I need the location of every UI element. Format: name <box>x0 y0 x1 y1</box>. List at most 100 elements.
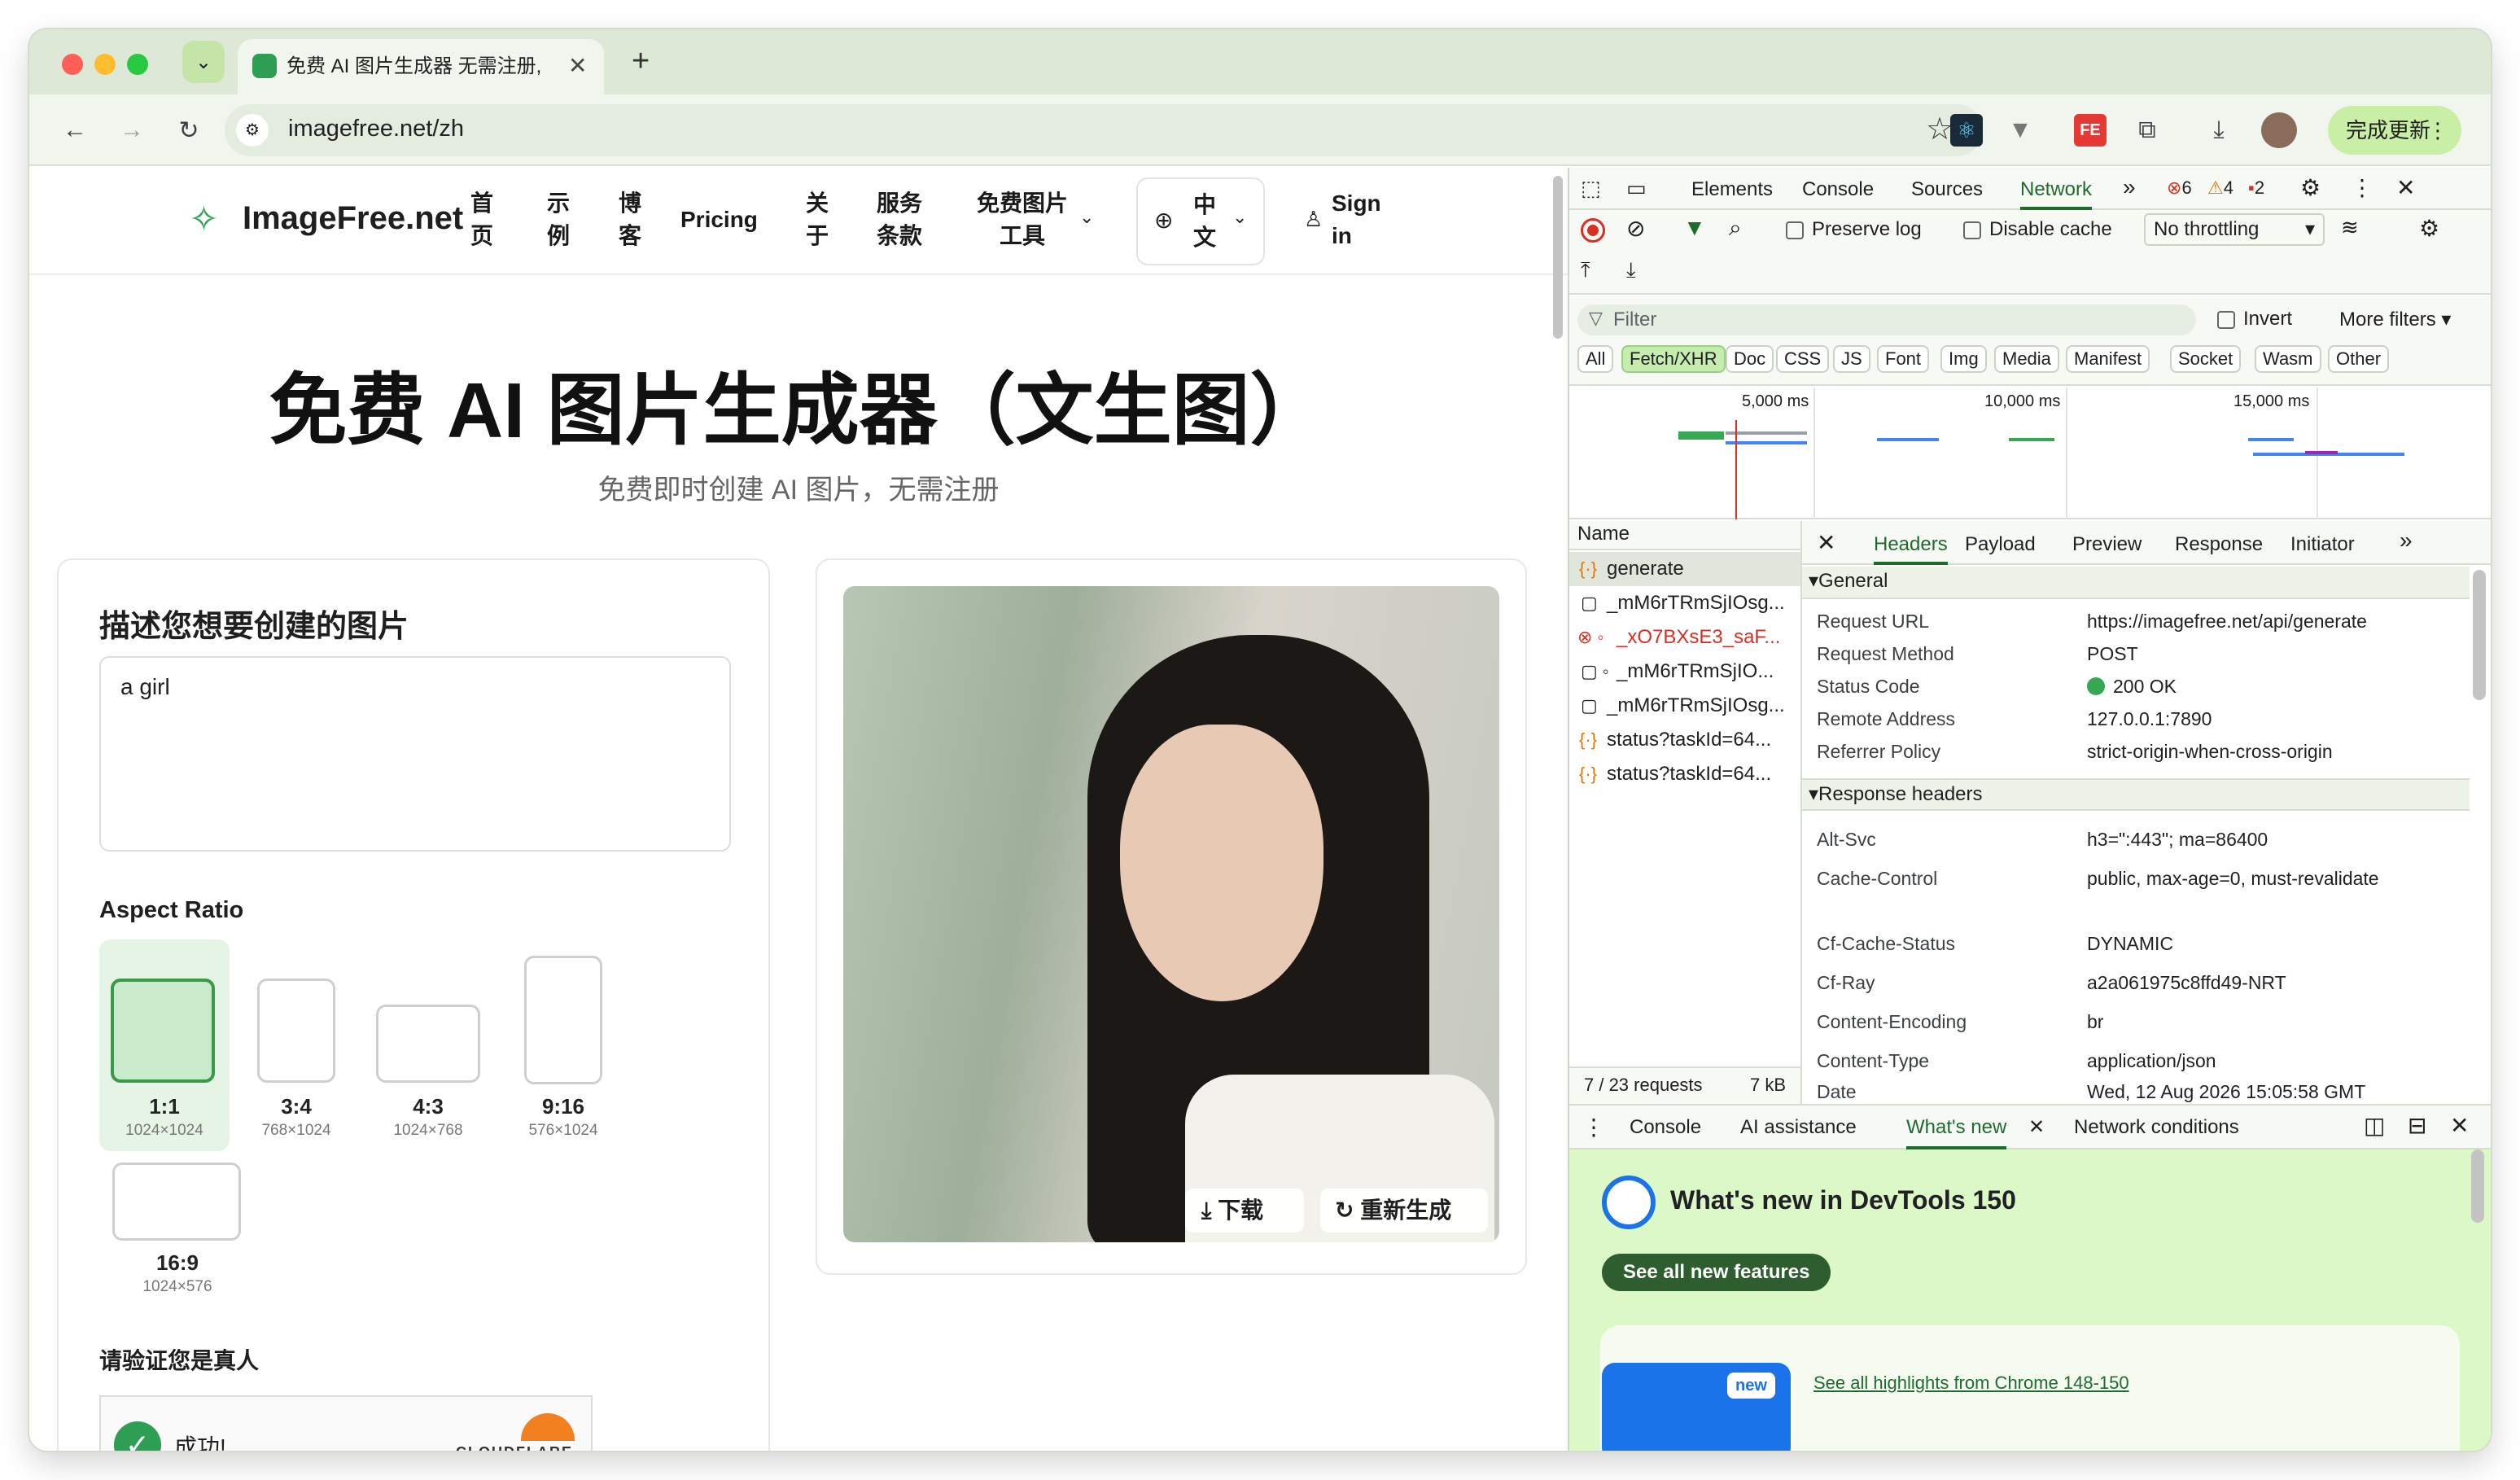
request-row[interactable]: _mM6rTRmSjIOsg... <box>1569 586 1800 620</box>
filter-input[interactable]: Filter <box>1577 304 2196 335</box>
detail-scrollbar[interactable] <box>2473 570 2486 700</box>
devtools-tab-network[interactable]: Network <box>2020 177 2093 210</box>
nav-terms[interactable]: 服务 条款 <box>871 187 928 252</box>
profile-avatar[interactable] <box>2261 112 2297 148</box>
language-switcher[interactable]: ⊕ 中 文 ⌄ <box>1136 177 1265 265</box>
prompt-textarea[interactable]: a girl <box>99 656 731 852</box>
bookmark-star-icon[interactable]: ☆ <box>1926 111 1953 147</box>
detail-tab-preview[interactable]: Preview <box>2072 532 2142 557</box>
update-button[interactable]: 完成更新 ⋮ <box>2328 106 2461 155</box>
request-row-error[interactable]: _xO7BXsE3_saF... <box>1569 620 1800 655</box>
invert-checkbox[interactable] <box>2217 311 2235 329</box>
request-row[interactable]: _mM6rTRmSjIOsg... <box>1569 689 1800 723</box>
react-devtools-icon[interactable]: ⚛ <box>1950 114 1983 147</box>
filter-chip-css[interactable]: CSS <box>1776 345 1830 373</box>
generated-image[interactable]: ⤓ 下载 ↻ 重新生成 <box>843 586 1499 1242</box>
error-count[interactable]: ⊗6 <box>2167 177 2192 199</box>
record-icon[interactable] <box>1581 218 1605 243</box>
name-column-header[interactable]: Name <box>1569 521 1800 550</box>
throttling-select[interactable]: No throttling ▾ <box>2144 213 2325 246</box>
nav-about[interactable]: 关 于 <box>801 187 833 252</box>
response-headers-toggle[interactable]: ▾Response headers <box>1802 778 2470 811</box>
filter-chip-wasm[interactable]: Wasm <box>2255 345 2321 373</box>
site-info-icon[interactable]: ⚙ <box>236 114 269 147</box>
close-window-button[interactable] <box>62 54 83 75</box>
general-section-toggle[interactable]: ▾General <box>1802 567 2470 599</box>
vue-extension-icon[interactable]: ▼ <box>1999 109 2041 151</box>
more-filters-button[interactable]: More filters ▾ <box>2339 308 2451 331</box>
more-vert-icon[interactable]: ⋮ <box>2351 174 2373 201</box>
see-all-features-button[interactable]: See all new features <box>1602 1254 1831 1291</box>
export-har-icon[interactable]: ⤓ <box>1626 257 1636 283</box>
filter-chip-other[interactable]: Other <box>2328 345 2390 373</box>
maximize-window-button[interactable] <box>127 54 148 75</box>
close-detail-icon[interactable]: ✕ <box>1817 529 1835 556</box>
network-settings-icon[interactable]: ⚙ <box>2419 215 2439 242</box>
issue-count[interactable]: ▪2 <box>2248 177 2264 199</box>
dock-side-icon[interactable]: ◫ <box>2364 1112 2385 1139</box>
settings-gear-icon[interactable]: ⚙ <box>2300 174 2321 201</box>
detail-tab-headers[interactable]: Headers <box>1874 532 1948 565</box>
back-icon[interactable]: ← <box>54 109 96 151</box>
ratio-option-3-4[interactable]: 3:4 768×1024 <box>234 939 357 1151</box>
tab-search-button[interactable]: ⌄ <box>182 41 225 83</box>
drawer-tab-console[interactable]: Console <box>1630 1115 1701 1140</box>
request-row-status[interactable]: status?taskId=64... <box>1569 757 1800 791</box>
devtools-tab-elements[interactable]: Elements <box>1691 177 1773 202</box>
close-tab-icon[interactable]: ✕ <box>2028 1115 2045 1139</box>
browser-tab[interactable]: 免费 AI 图片生成器 无需注册, ✕ <box>238 39 604 94</box>
minimize-window-button[interactable] <box>94 54 116 75</box>
nav-tools[interactable]: 免费图片 工具 <box>973 187 1071 252</box>
ratio-option-9-16[interactable]: 9:16 576×1024 <box>498 939 620 1151</box>
new-tab-button[interactable]: + <box>632 44 650 79</box>
address-bar[interactable]: ⚙ imagefree.net/zh ☆ <box>225 104 1983 156</box>
nav-examples[interactable]: 示 例 <box>542 187 575 252</box>
drawer-tab-whats-new[interactable]: What's new <box>1906 1115 2007 1149</box>
disable-cache-checkbox[interactable] <box>1963 221 1981 239</box>
reload-icon[interactable]: ↻ <box>168 109 210 151</box>
detail-tab-initiator[interactable]: Initiator <box>2290 532 2355 557</box>
ratio-option-4-3[interactable]: 4:3 1024×768 <box>365 939 487 1151</box>
detail-tab-response[interactable]: Response <box>2175 532 2263 557</box>
preserve-log-checkbox[interactable] <box>1786 221 1804 239</box>
devtools-tab-sources[interactable]: Sources <box>1911 177 1983 202</box>
ratio-option-16-9[interactable]: 16:9 1024×576 <box>99 1163 241 1325</box>
more-vert-icon[interactable]: ⋮ <box>1582 1114 1605 1141</box>
close-tab-icon[interactable]: ✕ <box>568 52 587 79</box>
captcha-widget[interactable]: ✓ 成功! CLOUDFLARE <box>99 1395 593 1451</box>
site-logo[interactable]: ImageFree.net <box>243 200 463 237</box>
network-conditions-icon[interactable]: ≋ <box>2341 215 2359 240</box>
inspect-element-icon[interactable]: ⬚ <box>1581 176 1601 201</box>
fe-extension-icon[interactable]: FE <box>2074 114 2107 147</box>
device-toolbar-icon[interactable]: ▭ <box>1626 176 1647 201</box>
request-row-generate[interactable]: generate <box>1569 552 1800 586</box>
filter-chip-doc[interactable]: Doc <box>1726 345 1774 373</box>
url-text[interactable]: imagefree.net/zh <box>288 116 464 142</box>
download-button[interactable]: ⤓ 下载 <box>1185 1189 1304 1233</box>
more-tabs-icon[interactable]: » <box>2400 528 2413 554</box>
nav-blog[interactable]: 博 客 <box>614 187 646 252</box>
drawer-tab-ai-assistance[interactable]: AI assistance <box>1740 1115 1857 1140</box>
nav-home[interactable]: 首 页 <box>466 187 498 252</box>
filter-chip-all[interactable]: All <box>1577 345 1614 373</box>
drawer-scrollbar[interactable] <box>2471 1149 2484 1223</box>
filter-chip-fetch-xhr[interactable]: Fetch/XHR <box>1621 345 1726 373</box>
drawer-tab-network-conditions[interactable]: Network conditions <box>2074 1115 2239 1140</box>
sign-in-link[interactable]: Sign in <box>1332 187 1381 252</box>
close-drawer-icon[interactable]: ✕ <box>2450 1112 2469 1139</box>
search-icon[interactable]: ⌕ <box>1729 215 1742 242</box>
detail-tab-payload[interactable]: Payload <box>1965 532 2036 557</box>
devtools-tab-console[interactable]: Console <box>1802 177 1874 202</box>
highlights-link[interactable]: See all highlights from Chrome 148-150 <box>1813 1373 2129 1394</box>
more-tabs-icon[interactable]: » <box>2123 174 2136 200</box>
filter-chip-js[interactable]: JS <box>1833 345 1870 373</box>
regenerate-button[interactable]: ↻ 重新生成 <box>1320 1189 1488 1233</box>
request-row-status[interactable]: status?taskId=64... <box>1569 723 1800 757</box>
filter-chip-img[interactable]: Img <box>1940 345 1987 373</box>
filter-chip-manifest[interactable]: Manifest <box>2066 345 2150 373</box>
extensions-icon[interactable]: ⧉ <box>2126 109 2168 151</box>
clear-icon[interactable]: ⊘ <box>1626 215 1645 242</box>
filter-chip-socket[interactable]: Socket <box>2170 345 2242 373</box>
nav-pricing[interactable]: Pricing <box>680 204 758 236</box>
filter-chip-font[interactable]: Font <box>1877 345 1930 373</box>
